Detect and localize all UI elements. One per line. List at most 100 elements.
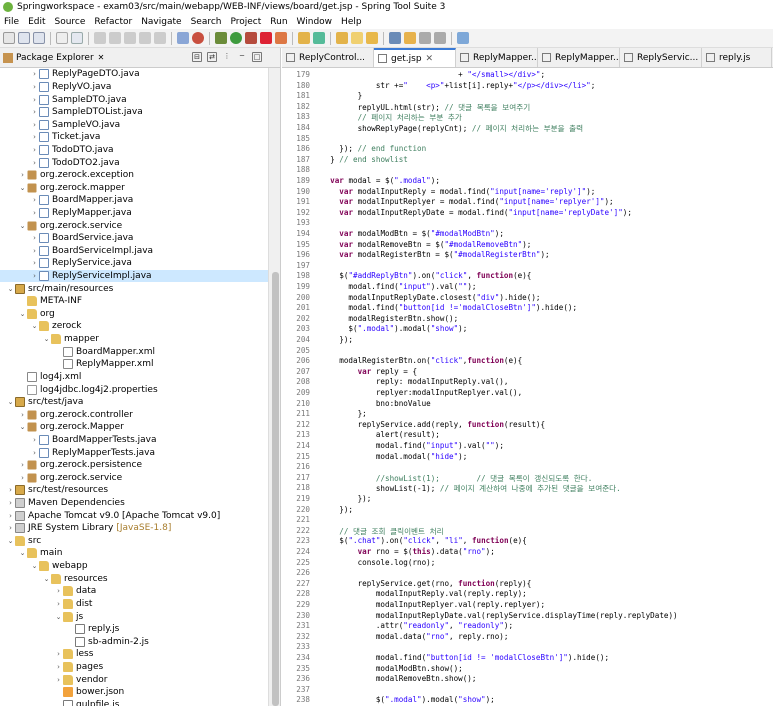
collapsed-chevron-icon[interactable]: › xyxy=(54,674,63,686)
collapsed-chevron-icon[interactable]: › xyxy=(54,661,63,673)
tree-item[interactable]: › BoardMapperTests.java xyxy=(0,434,268,447)
code-line[interactable]: $(".modal").modal("show"); xyxy=(321,324,467,333)
collapsed-chevron-icon[interactable]: › xyxy=(18,472,27,484)
menu-edit[interactable]: Edit xyxy=(28,17,45,27)
tree-item[interactable]: › Ticket.java xyxy=(0,131,268,144)
tree-item[interactable]: › SampleVO.java xyxy=(0,118,268,131)
annotation-icon[interactable] xyxy=(389,32,401,44)
code-line[interactable]: }); xyxy=(321,494,372,503)
collapsed-chevron-icon[interactable]: › xyxy=(30,434,39,446)
tree-item[interactable]: ⌄ webapp xyxy=(0,560,268,573)
expanded-chevron-icon[interactable]: ⌄ xyxy=(18,308,27,320)
tree-item[interactable]: ⌄ zerock xyxy=(0,320,268,333)
tree-item[interactable]: ⌄ org.zerock.service xyxy=(0,219,268,232)
code-line[interactable]: }); xyxy=(321,505,353,514)
expanded-chevron-icon[interactable]: ⌄ xyxy=(6,535,15,547)
code-line[interactable]: str +=" <p>"+list[i].reply+"</p></div></… xyxy=(321,81,595,90)
code-line[interactable]: modalInputReplyDate.closest("div").hide(… xyxy=(321,293,540,302)
tree-item[interactable]: › ReplyMapperTests.java xyxy=(0,446,268,459)
tree-item[interactable]: ⌄ mapper xyxy=(0,333,268,346)
tree-item[interactable]: › ReplyServiceImpl.java xyxy=(0,269,268,283)
menu-file[interactable]: File xyxy=(4,17,19,27)
tree-item[interactable]: › ReplyMapper.java xyxy=(0,207,268,220)
tree-item[interactable]: › data xyxy=(0,585,268,598)
code-line[interactable]: }; xyxy=(321,409,367,418)
debug-icon[interactable] xyxy=(215,32,227,44)
print-icon[interactable] xyxy=(56,32,68,44)
code-line[interactable]: modalRemoveBtn.show(); xyxy=(321,674,477,683)
expanded-chevron-icon[interactable]: ⌄ xyxy=(18,220,27,232)
code-line[interactable]: modalInputReply.val(reply.reply); xyxy=(321,589,527,598)
collapsed-chevron-icon[interactable]: › xyxy=(18,459,27,471)
collapsed-chevron-icon[interactable]: › xyxy=(30,81,39,93)
tree-item[interactable]: ⌄ org xyxy=(0,308,268,321)
code-line[interactable]: replyer:modalInputReplyer.val(), xyxy=(321,388,522,397)
tree-item[interactable]: › org.zerock.persistence xyxy=(0,459,268,472)
external-tools-icon[interactable] xyxy=(275,32,287,44)
editor-tab[interactable]: ReplyMapper.... xyxy=(538,48,620,67)
tree-item[interactable]: ⌄ js xyxy=(0,610,268,623)
collapsed-chevron-icon[interactable]: › xyxy=(30,245,39,257)
menu-project[interactable]: Project xyxy=(230,17,261,27)
perspective-icon[interactable] xyxy=(457,32,469,44)
terminate-icon[interactable] xyxy=(124,32,136,44)
boot-dashboard-icon[interactable] xyxy=(192,32,204,44)
tree-item[interactable]: META-INF xyxy=(0,295,268,308)
expanded-chevron-icon[interactable]: ⌄ xyxy=(42,573,51,585)
tree-item[interactable]: › org.zerock.exception xyxy=(0,169,268,182)
editor-tab[interactable]: ReplyControl... xyxy=(282,48,374,67)
code-line[interactable]: modal.find("button[id != 'modalCloseBtn'… xyxy=(321,653,609,662)
tree-item[interactable]: › Apache Tomcat v9.0 [Apache Tomcat v9.0] xyxy=(0,509,268,522)
code-line[interactable]: modalRegisterBtn.on("click",function(e){ xyxy=(321,356,522,365)
expanded-chevron-icon[interactable]: ⌄ xyxy=(6,283,15,295)
collapsed-chevron-icon[interactable]: › xyxy=(30,207,39,219)
code-line[interactable]: modalModBtn.show(); xyxy=(321,664,463,673)
code-line[interactable]: modalInputReplyer.val(reply.replyer); xyxy=(321,600,545,609)
collapsed-chevron-icon[interactable]: › xyxy=(54,585,63,597)
code-line[interactable]: modalRegisterBtn.show(); xyxy=(321,314,458,323)
code-line[interactable]: showList(-1); // 페이지 계산하여 나중에 추가된 댓글을 보여… xyxy=(321,483,621,494)
tree-item[interactable]: › org.zerock.service xyxy=(0,472,268,485)
tree-item[interactable]: ⌄ main xyxy=(0,547,268,560)
stop-server-icon[interactable] xyxy=(260,32,272,44)
tree-item[interactable]: › SampleDTOList.java xyxy=(0,106,268,119)
tree-item[interactable]: ⌄ resources xyxy=(0,572,268,585)
collapsed-chevron-icon[interactable]: › xyxy=(30,257,39,269)
code-line[interactable]: } // end showlist xyxy=(321,155,408,164)
new-icon[interactable] xyxy=(3,32,15,44)
collapsed-chevron-icon[interactable]: › xyxy=(30,232,39,244)
collapsed-chevron-icon[interactable]: › xyxy=(30,447,39,459)
code-line[interactable]: modal.find("button[id !='modalCloseBtn']… xyxy=(321,303,577,312)
tree-item[interactable]: › TodoDTO2.java xyxy=(0,156,268,169)
code-line[interactable]: var modalInputReplyDate = modal.find("in… xyxy=(321,208,632,217)
new-class-icon[interactable] xyxy=(313,32,325,44)
menu-run[interactable]: Run xyxy=(270,17,287,27)
code-line[interactable]: var modal = $(".modal"); xyxy=(321,176,440,185)
open-task-icon[interactable] xyxy=(351,32,363,44)
package-explorer-tab[interactable]: Package Explorer ✕ ⊟ ⇄ ⋮ ─ □ xyxy=(0,48,280,68)
collapsed-chevron-icon[interactable]: › xyxy=(18,169,27,181)
tree-item[interactable]: ⌄ src/test/java xyxy=(0,396,268,409)
back-icon[interactable] xyxy=(419,32,431,44)
collapsed-chevron-icon[interactable]: › xyxy=(30,131,39,143)
collapsed-chevron-icon[interactable]: › xyxy=(30,270,39,282)
collapsed-chevron-icon[interactable]: › xyxy=(30,106,39,118)
close-tab-icon[interactable]: ✕ xyxy=(426,54,434,64)
tree-item[interactable]: › Maven Dependencies xyxy=(0,497,268,510)
code-line[interactable]: $(".modal").modal("show"); xyxy=(321,695,495,704)
code-line[interactable]: replyUL.html(str); // 댓글 목록을 보여주기 xyxy=(321,102,531,113)
tree-item[interactable]: › ReplyVO.java xyxy=(0,81,268,94)
new-java-project-icon[interactable] xyxy=(298,32,310,44)
code-line[interactable]: modal.data("rno", reply.rno); xyxy=(321,632,509,641)
search-icon[interactable] xyxy=(366,32,378,44)
code-line[interactable]: // 페이지 처리하는 부분 추가 xyxy=(321,112,462,123)
editor-tab[interactable]: reply.js xyxy=(702,48,772,67)
code-line[interactable]: showReplyPage(replyCnt); // 페이지 처리하는 부분을… xyxy=(321,123,584,134)
last-edit-icon[interactable] xyxy=(404,32,416,44)
code-line[interactable]: $(".chat").on("click", "li", function(e)… xyxy=(321,536,527,545)
tree-item[interactable]: gulpfile.js xyxy=(0,698,268,706)
tree-item[interactable]: › ReplyPageDTO.java xyxy=(0,68,268,81)
expanded-chevron-icon[interactable]: ⌄ xyxy=(42,333,51,345)
editor-tab[interactable]: ReplyServic... xyxy=(620,48,702,67)
menu-navigate[interactable]: Navigate xyxy=(141,17,181,27)
